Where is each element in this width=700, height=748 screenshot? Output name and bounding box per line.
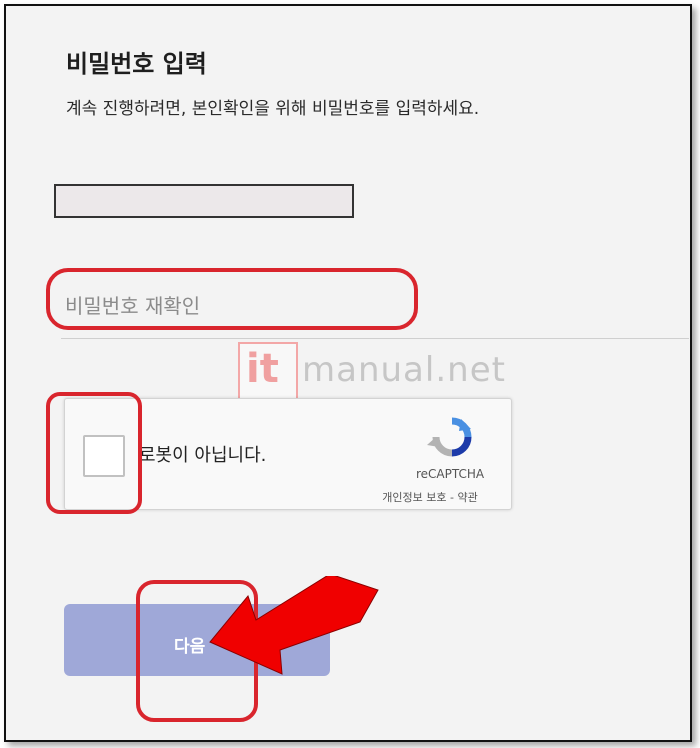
watermark: it manual.net	[238, 342, 505, 406]
recaptcha-privacy-terms-link[interactable]: 개인정보 보호 - 약관	[355, 489, 505, 505]
page-title: 비밀번호 입력	[66, 50, 207, 78]
recaptcha-brand: reCAPTCHA	[415, 467, 485, 481]
recaptcha-checkbox-label: 로봇이 아닙니다.	[139, 445, 267, 466]
annotation-checkbox-highlight	[46, 392, 142, 514]
watermark-text: manual.net	[302, 350, 506, 390]
page-subtitle: 계속 진행하려면, 본인확인을 위해 비밀번호를 입력하세요.	[66, 99, 480, 119]
annotation-arrow	[209, 576, 379, 675]
masked-password-field[interactable]	[54, 184, 354, 218]
recaptcha-icon	[427, 417, 472, 457]
watermark-logo: it	[246, 346, 279, 392]
password-confirm-underline	[61, 338, 689, 339]
screenshot-frame: 비밀번호 입력 계속 진행하려면, 본인확인을 위해 비밀번호를 입력하세요. …	[4, 4, 692, 742]
annotation-password-confirm-highlight	[46, 268, 418, 330]
